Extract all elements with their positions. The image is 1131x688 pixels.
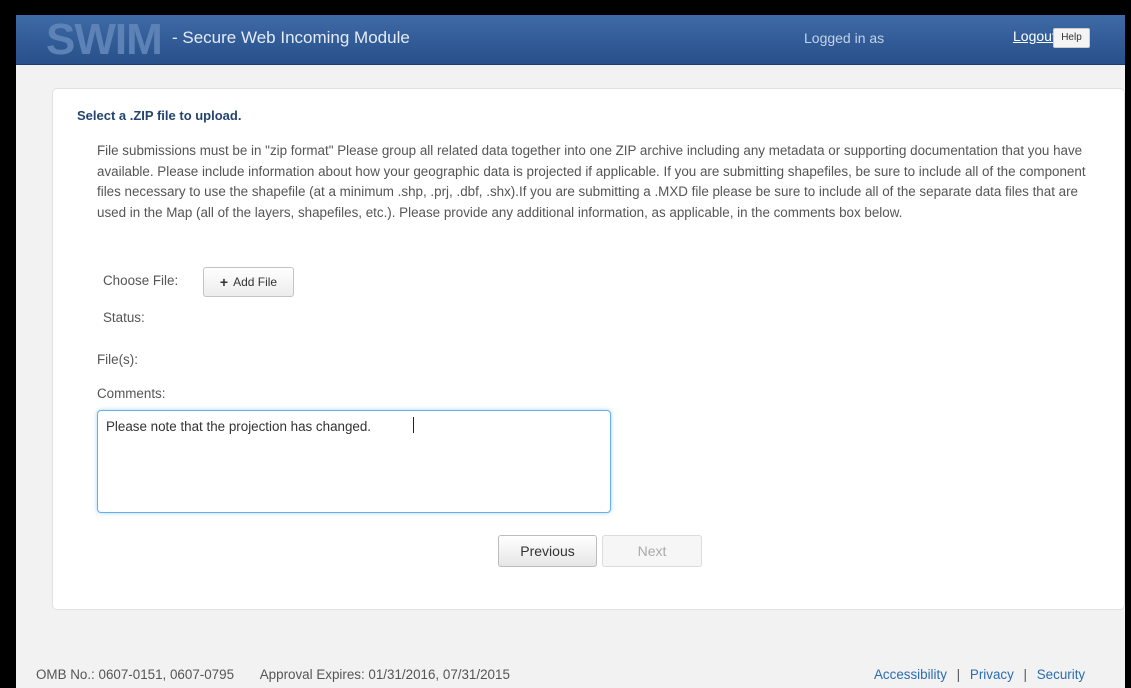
window-frame-left (0, 0, 16, 688)
window-frame-right (1125, 0, 1131, 688)
omb-number: OMB No.: 0607-0151, 0607-0795 (36, 667, 235, 682)
window-frame-top (0, 0, 1131, 15)
page-title: Select a .ZIP file to upload. (77, 108, 242, 123)
next-button[interactable]: Next (602, 535, 702, 567)
help-button[interactable]: Help (1053, 28, 1090, 48)
swim-logo: SWIM (46, 15, 163, 64)
text-caret (413, 417, 414, 433)
previous-button[interactable]: Previous (498, 535, 597, 567)
privacy-link[interactable]: Privacy (970, 667, 1014, 682)
link-separator: | (1023, 667, 1028, 682)
comments-textarea[interactable]: Please note that the projection has chan… (97, 410, 611, 513)
add-file-button[interactable]: + Add File (203, 267, 294, 297)
files-label: File(s): (97, 352, 138, 367)
approval-expires: Approval Expires: 01/31/2016, 07/31/2015 (259, 667, 510, 682)
accessibility-link[interactable]: Accessibility (874, 667, 947, 682)
link-separator: | (956, 667, 961, 682)
app-title: - Secure Web Incoming Module (172, 28, 410, 47)
choose-file-label: Choose File: (103, 273, 179, 288)
logged-in-label: Logged in as (804, 30, 885, 46)
logout-link[interactable]: Logout (1013, 28, 1056, 44)
upload-panel: Select a .ZIP file to upload. File submi… (52, 88, 1125, 610)
footer-links: Accessibility | Privacy | Security (874, 667, 1085, 682)
plus-icon: + (219, 274, 229, 290)
app-header: SWIM - Secure Web Incoming Module Logged… (16, 15, 1125, 65)
security-link[interactable]: Security (1037, 667, 1085, 682)
add-file-label: Add File (233, 275, 278, 289)
footer-info: OMB No.: 0607-0151, 0607-0795 Approval E… (36, 667, 510, 682)
comments-label: Comments: (97, 386, 166, 401)
status-label: Status: (103, 310, 145, 325)
upload-instructions: File submissions must be in "zip format"… (97, 143, 1086, 220)
